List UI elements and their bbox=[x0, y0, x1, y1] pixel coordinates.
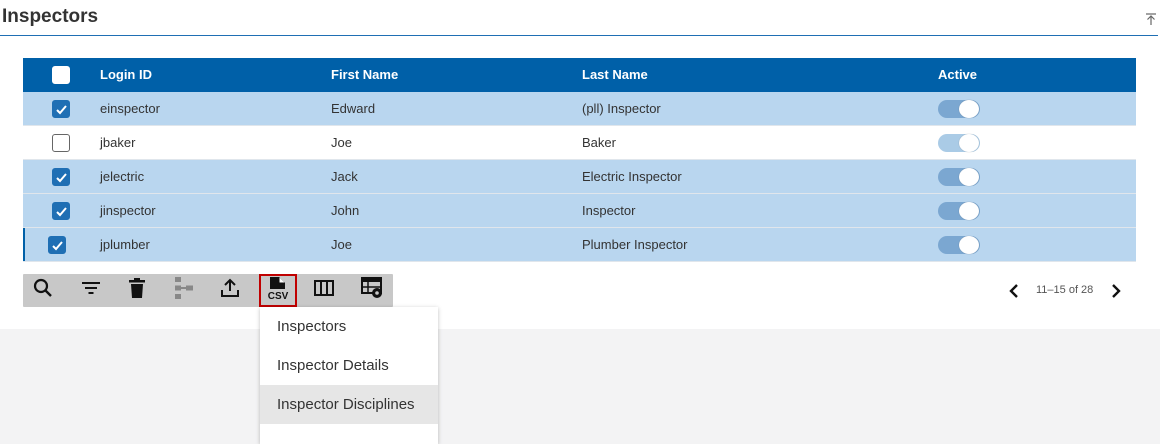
cell-last-name: Plumber Inspector bbox=[582, 237, 688, 252]
menu-item-inspector-details[interactable]: Inspector Details bbox=[260, 346, 438, 385]
cell-login: jinspector bbox=[100, 203, 156, 218]
table-row[interactable]: einspector Edward (pll) Inspector bbox=[23, 92, 1136, 126]
delete-button[interactable] bbox=[118, 274, 156, 307]
chevron-left-icon bbox=[1009, 284, 1019, 303]
page-range: 11–15 of 28 bbox=[1036, 284, 1094, 296]
row-checkbox[interactable] bbox=[52, 134, 70, 152]
grid-settings-button[interactable] bbox=[353, 274, 391, 307]
column-header-active[interactable]: Active bbox=[938, 58, 977, 92]
csv-export-menu: Inspectors Inspector Details Inspector D… bbox=[260, 307, 438, 444]
grid-settings-icon bbox=[361, 277, 383, 304]
row-checkbox[interactable] bbox=[52, 202, 70, 220]
csv-label: CSV bbox=[268, 291, 289, 300]
cell-first-name: Joe bbox=[331, 237, 352, 252]
row-select-cell bbox=[52, 92, 70, 125]
search-icon bbox=[33, 278, 53, 303]
cell-first-name: Joe bbox=[331, 135, 352, 150]
column-header-last-name[interactable]: Last Name bbox=[582, 58, 648, 92]
cell-first-name: Jack bbox=[331, 169, 358, 184]
row-select-cell bbox=[52, 126, 70, 159]
chevron-right-icon bbox=[1111, 284, 1121, 303]
row-checkbox[interactable] bbox=[52, 168, 70, 186]
column-header-login[interactable]: Login ID bbox=[100, 58, 152, 92]
cell-last-name: Inspector bbox=[582, 203, 636, 218]
cell-login: jelectric bbox=[100, 169, 145, 184]
column-header-first-name[interactable]: First Name bbox=[331, 58, 398, 92]
select-all-checkbox[interactable] bbox=[52, 66, 70, 84]
columns-button[interactable] bbox=[305, 274, 343, 307]
csv-export-button[interactable]: CSV bbox=[259, 274, 297, 307]
hierarchy-icon bbox=[173, 277, 193, 304]
table-row[interactable]: jplumber Joe Plumber Inspector bbox=[23, 228, 1136, 262]
cell-login: jplumber bbox=[100, 237, 150, 252]
panel-title: Inspectors bbox=[2, 6, 99, 27]
menu-item-inspectors[interactable]: Inspectors bbox=[260, 307, 438, 346]
next-page-button[interactable] bbox=[1111, 283, 1125, 299]
title-divider bbox=[0, 35, 1158, 36]
table-row[interactable]: jbaker Joe Baker bbox=[23, 126, 1136, 160]
cell-login: einspector bbox=[100, 101, 160, 116]
active-toggle[interactable] bbox=[938, 202, 980, 220]
upload-button[interactable] bbox=[211, 274, 249, 307]
inspectors-panel: Inspectors Login ID First Name Last Name… bbox=[0, 0, 1160, 329]
previous-page-button[interactable] bbox=[1009, 283, 1023, 299]
delete-icon bbox=[129, 278, 145, 303]
table-row[interactable]: jinspector John Inspector bbox=[23, 194, 1136, 228]
upload-icon bbox=[220, 278, 240, 303]
active-toggle[interactable] bbox=[938, 236, 980, 254]
select-all-cell bbox=[52, 58, 70, 92]
row-checkbox[interactable] bbox=[52, 100, 70, 118]
cell-last-name: Baker bbox=[582, 135, 616, 150]
search-button[interactable] bbox=[24, 274, 62, 307]
grid-header: Login ID First Name Last Name Active bbox=[23, 58, 1136, 92]
inspectors-grid: Login ID First Name Last Name Active ein… bbox=[23, 58, 1136, 262]
cell-last-name: (pll) Inspector bbox=[582, 101, 661, 116]
active-toggle[interactable] bbox=[938, 134, 980, 152]
menu-item-inspector-disciplines[interactable]: Inspector Disciplines bbox=[260, 385, 438, 424]
active-toggle[interactable] bbox=[938, 168, 980, 186]
cell-first-name: Edward bbox=[331, 101, 376, 116]
pagination: 11–15 of 28 bbox=[1007, 281, 1132, 301]
active-toggle[interactable] bbox=[938, 100, 980, 118]
filter-icon bbox=[81, 280, 101, 301]
row-select-cell bbox=[52, 194, 70, 227]
row-select-cell bbox=[52, 160, 70, 193]
row-checkbox[interactable] bbox=[48, 236, 66, 254]
hierarchy-button[interactable] bbox=[164, 274, 202, 307]
cell-login: jbaker bbox=[100, 135, 136, 150]
filter-button[interactable] bbox=[72, 274, 110, 307]
collapse-panel-icon[interactable] bbox=[1146, 12, 1156, 25]
table-row[interactable]: jelectric Jack Electric Inspector bbox=[23, 160, 1136, 194]
cell-first-name: John bbox=[331, 203, 360, 218]
row-select-cell bbox=[48, 228, 66, 261]
columns-icon bbox=[314, 280, 334, 301]
csv-export-icon: CSV bbox=[267, 276, 289, 305]
cell-last-name: Electric Inspector bbox=[582, 169, 682, 184]
grid-toolbar: CSV bbox=[23, 274, 393, 307]
